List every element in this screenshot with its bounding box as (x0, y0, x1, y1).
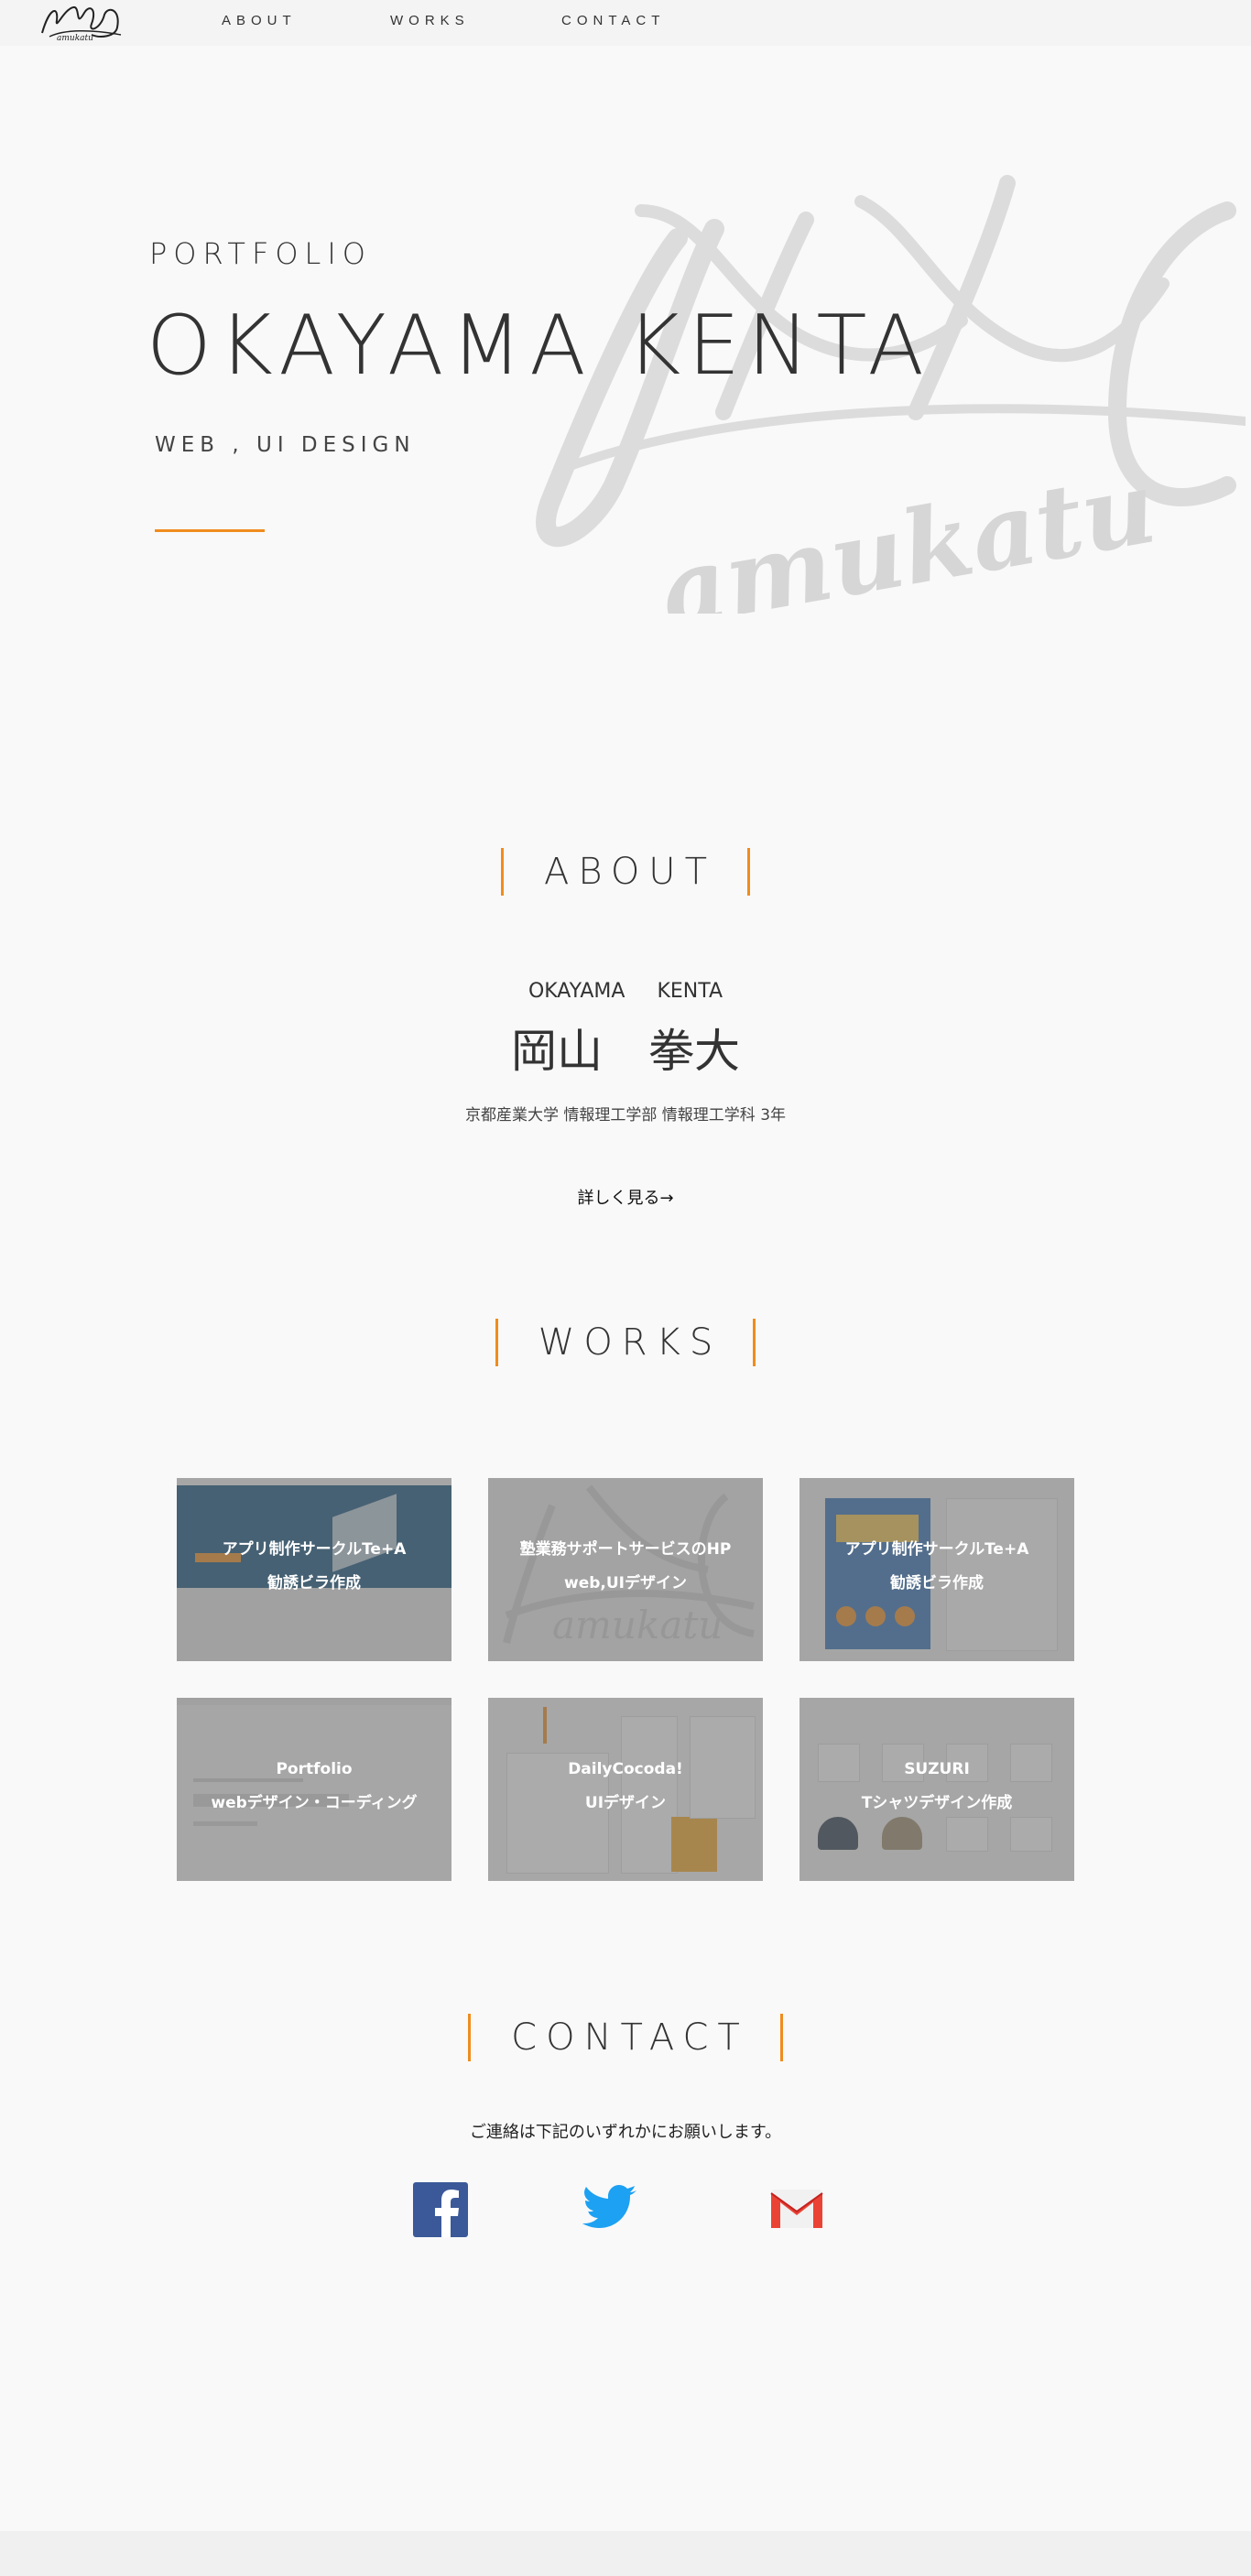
about-roman-name: OKAYAMA KENTA (528, 980, 723, 1003)
work-title: DailyCocoda! (568, 1760, 683, 1778)
twitter-icon[interactable] (582, 2185, 637, 2231)
work-card[interactable]: SUZURI Tシャツデザイン作成 (800, 1698, 1074, 1881)
hero-subtitle: WEB , UI DESIGN (155, 433, 416, 457)
work-subtitle: UIデザイン (584, 1794, 667, 1812)
nav-about[interactable]: ABOUT (222, 13, 297, 28)
site-header: amukatu ABOUT WORKS CONTACT (0, 0, 1251, 46)
heading-bar-right (753, 1319, 756, 1366)
work-title: Portfolio (276, 1760, 353, 1778)
nav-works[interactable]: WORKS (390, 13, 470, 28)
work-title: アプリ制作サークルTe+A (844, 1540, 1029, 1559)
work-title: SUZURI (904, 1760, 970, 1778)
work-card[interactable]: Portfolio webデザイン・コーディング (177, 1698, 451, 1881)
work-card[interactable]: amukatu 塾業務サポートサービスのHP web,UIデザイン (488, 1478, 763, 1661)
svg-text:amukatu: amukatu (57, 34, 93, 42)
about-school: 京都産業大学 情報理工学部 情報理工学科 3年 (464, 1106, 787, 1125)
work-caption: アプリ制作サークルTe+A 勧誘ビラ作成 (177, 1533, 451, 1601)
work-caption: SUZURI Tシャツデザイン作成 (800, 1753, 1074, 1821)
work-title: 塾業務サポートサービスのHP (519, 1540, 732, 1559)
work-card[interactable]: アプリ制作サークルTe+A 勧誘ビラ作成 (177, 1478, 451, 1661)
about-kanji-name: 岡山 拳大 (511, 1025, 740, 1078)
contact-message: ご連絡は下記のいずれかにお願いします。 (469, 2123, 782, 2142)
hero-kicker: PORTFOLIO (149, 236, 372, 271)
works-title: WORKS (538, 1321, 723, 1364)
work-subtitle: webデザイン・コーディング (211, 1794, 418, 1812)
work-caption: アプリ制作サークルTe+A 勧誘ビラ作成 (800, 1533, 1074, 1601)
about-title: ABOUT (543, 851, 717, 893)
work-card[interactable]: アプリ制作サークルTe+A 勧誘ビラ作成 (800, 1478, 1074, 1661)
work-subtitle: web,UIデザイン (564, 1574, 687, 1592)
facebook-icon[interactable] (413, 2182, 468, 2237)
about-heading: ABOUT (0, 846, 1251, 897)
work-caption: Portfolio webデザイン・コーディング (177, 1753, 451, 1821)
contact-heading: CONTACT (0, 2012, 1251, 2063)
work-subtitle: 勧誘ビラ作成 (890, 1574, 984, 1592)
work-card[interactable]: DailyCocoda! UIデザイン (488, 1698, 763, 1881)
hero-watermark-logo: amukatu (536, 175, 1246, 614)
logo-icon[interactable]: amukatu (37, 2, 128, 42)
heading-bar-right (779, 2014, 783, 2061)
gmail-icon[interactable] (767, 2186, 826, 2232)
work-caption: DailyCocoda! UIデザイン (488, 1753, 763, 1821)
hero-name: OKAYAMA KENTA (147, 298, 932, 394)
works-heading: WORKS (0, 1317, 1251, 1368)
about-more-link[interactable]: 詳しく見る→ (0, 1185, 1251, 1209)
contact-title: CONTACT (511, 2016, 749, 2059)
nav-contact[interactable]: CONTACT (561, 13, 665, 28)
work-title: アプリ制作サークルTe+A (222, 1540, 407, 1559)
hero-accent-line (155, 529, 265, 532)
heading-bar-right (747, 848, 751, 896)
footer (0, 2531, 1251, 2576)
svg-text:amukatu: amukatu (651, 447, 1164, 614)
work-subtitle: Tシャツデザイン作成 (861, 1794, 1013, 1812)
work-caption: 塾業務サポートサービスのHP web,UIデザイン (488, 1533, 763, 1601)
work-subtitle: 勧誘ビラ作成 (267, 1574, 361, 1592)
